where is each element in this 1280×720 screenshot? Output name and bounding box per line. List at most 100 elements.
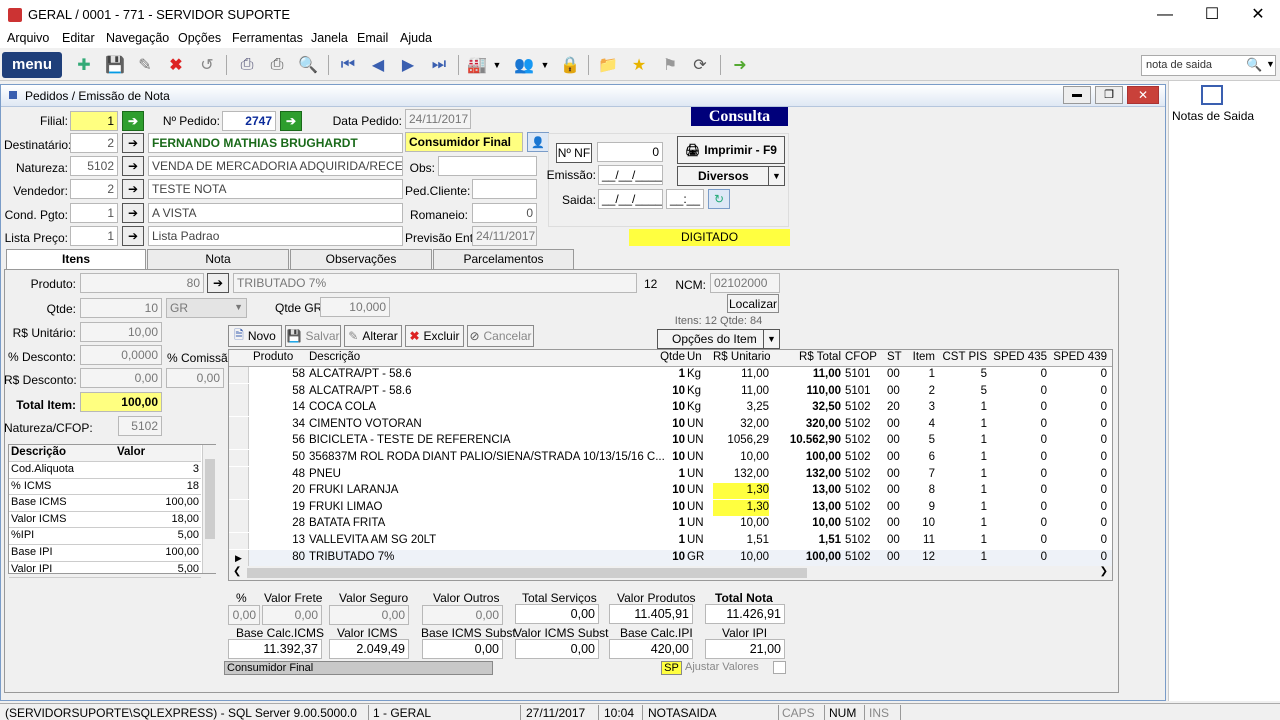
previous-record-icon[interactable]: ◀ <box>366 53 390 77</box>
refresh-date-icon[interactable]: ↻ <box>708 189 730 209</box>
produto-search-button[interactable]: ➔ <box>207 273 229 293</box>
saida-hora-field[interactable]: __:__ <box>666 189 704 209</box>
obs-field[interactable] <box>438 156 537 176</box>
table-row[interactable]: 48 PNEU 1 UN 132,00 132,00 5102 00 7 1 0 0 <box>229 466 1112 484</box>
menu-button[interactable]: menu <box>2 52 62 78</box>
row-indicator[interactable] <box>229 516 249 533</box>
menu-arquivo[interactable]: Arquivo <box>7 31 49 45</box>
table-row[interactable]: 50 356837M ROL RODA DIANT PALIO/SIENA/STR… <box>229 450 1112 467</box>
qtdegr-field[interactable]: 10,000 <box>320 297 390 317</box>
menu-navegacao[interactable]: Navegação <box>106 31 169 45</box>
star-icon[interactable]: ★ <box>627 53 651 77</box>
tax-row[interactable]: %IPI 5,00 <box>9 528 201 545</box>
imprimir-button[interactable]: 🖨 Imprimir - F9 <box>677 136 785 164</box>
destinatario-cod-field[interactable]: 2 <box>70 133 118 153</box>
child-close-icon[interactable]: ✕ <box>1127 86 1159 104</box>
nnf-field[interactable]: 0 <box>597 142 663 162</box>
grid-header-cell[interactable]: CST PIS <box>941 351 987 363</box>
row-indicator-icon[interactable]: ▶ <box>229 549 249 566</box>
salvar-button[interactable]: 💾 Salvar <box>285 325 341 347</box>
row-indicator[interactable] <box>229 533 249 549</box>
emissao-field[interactable]: __/__/____ <box>598 165 663 185</box>
menu-ferramentas[interactable]: Ferramentas <box>232 31 303 45</box>
comissao-field[interactable]: 0,00 <box>166 368 224 388</box>
grid-header-cell[interactable]: Descrição <box>309 351 629 363</box>
tax-row[interactable]: Valor IPI 5,00 <box>9 562 201 579</box>
alterar-button[interactable]: ✎ Alterar <box>344 325 402 347</box>
ajustar-checkbox[interactable] <box>773 661 786 674</box>
scroll-left-icon[interactable]: ❮ <box>233 566 241 577</box>
lock-icon[interactable]: 🔒 <box>558 53 582 77</box>
diversos-button[interactable]: Diversos ▼ <box>677 166 785 186</box>
grid-header-cell[interactable]: SPED 439 <box>1051 351 1107 363</box>
scroll-thumb[interactable] <box>205 459 215 539</box>
table-row[interactable]: 58 ALCATRA/PT - 58.6 1 Kg 11,00 11,00 5101 00 1 5… <box>229 367 1112 384</box>
table-row[interactable]: 20 FRUKI LARANJA 10 UN 1,30 13,00 5102 00 8 1 0 0 <box>229 483 1112 500</box>
row-indicator[interactable] <box>229 483 249 500</box>
scroll-right-icon[interactable]: ❯ <box>1100 566 1108 577</box>
pedido-field[interactable]: 2747 <box>222 111 276 131</box>
menu-ajuda[interactable]: Ajuda <box>400 31 432 45</box>
vendedor-cod-field[interactable]: 2 <box>70 179 118 199</box>
desconto-val-field[interactable]: 0,00 <box>80 368 162 388</box>
row-indicator[interactable] <box>229 383 249 400</box>
produto-cod-field[interactable]: 80 <box>80 273 204 293</box>
row-indicator[interactable] <box>229 400 249 417</box>
find-icon[interactable]: 🔍 <box>296 53 320 77</box>
save-icon[interactable]: 💾 <box>103 53 127 77</box>
print-icon[interactable]: ⎙ <box>265 53 289 77</box>
grid-header-cell[interactable]: R$ Unitario <box>713 351 771 363</box>
table-row[interactable]: ▶ 80 TRIBUTADO 7% 10 GR 10,00 100,00 5102 00 12 1 0… <box>229 549 1112 567</box>
pedido-go-button[interactable]: ➔ <box>280 111 302 131</box>
grid-header-cell[interactable]: Qtde <box>631 351 685 363</box>
romaneio-field[interactable]: 0 <box>472 203 537 223</box>
windows-icon[interactable] <box>1201 85 1223 105</box>
listapreco-search-button[interactable]: ➔ <box>122 226 144 246</box>
saida-data-field[interactable]: __/__/____ <box>598 189 663 209</box>
grid-header-cell[interactable]: Produto <box>253 351 305 363</box>
child-minimize-icon[interactable]: ▬ <box>1063 86 1091 104</box>
row-indicator[interactable] <box>229 499 249 516</box>
condpgto-cod-field[interactable]: 1 <box>70 203 118 223</box>
vendedor-search-button[interactable]: ➔ <box>122 179 144 199</box>
menu-email[interactable]: Email <box>357 31 388 45</box>
grid-header-cell[interactable]: Un <box>687 351 713 363</box>
tab-itens[interactable]: Itens <box>6 249 146 270</box>
cancelar-button[interactable]: ⊘ Cancelar <box>467 325 534 347</box>
first-record-icon[interactable]: ⏮ <box>336 53 360 77</box>
table-row[interactable]: 19 FRUKI LIMAO 10 UN 1,30 13,00 5102 00 9 1 0 0 <box>229 499 1112 517</box>
condpgto-search-button[interactable]: ➔ <box>122 203 144 223</box>
tab-observacoes[interactable]: Observações <box>290 249 432 269</box>
close-icon[interactable]: ✕ <box>1243 4 1273 26</box>
pct-field[interactable]: 0,00 <box>228 605 260 625</box>
next-record-icon[interactable]: ▶ <box>396 53 420 77</box>
row-indicator[interactable] <box>229 433 249 450</box>
row-indicator[interactable] <box>229 450 249 466</box>
exit-icon[interactable]: ➜ <box>728 53 752 77</box>
ncm-field[interactable]: 02102000 <box>710 273 780 293</box>
minimize-icon[interactable]: — <box>1150 4 1180 26</box>
tax-row[interactable]: Valor ICMS 18,00 <box>9 512 201 529</box>
unitario-field[interactable]: 10,00 <box>80 322 162 342</box>
table-row[interactable]: 56 BICICLETA - TESTE DE REFERENCIA 10 UN 105… <box>229 433 1112 450</box>
table-row[interactable]: 13 VALLEVITA AM SG 20LT 1 UN 1,51 1,51 5102 00 1… <box>229 533 1112 550</box>
filial-go-button[interactable]: ➔ <box>122 111 144 131</box>
new-doc-icon[interactable]: ✚ <box>72 53 96 77</box>
factory-icon[interactable]: 🏭 <box>465 53 489 77</box>
undo-icon[interactable]: ↺ <box>195 53 219 77</box>
grid-header-cell[interactable]: R$ Total <box>771 351 841 363</box>
menu-opcoes[interactable]: Opções <box>178 31 221 45</box>
grid-header-cell[interactable]: SPED 435 <box>991 351 1047 363</box>
table-row[interactable]: 58 ALCATRA/PT - 58.6 10 Kg 11,00 110,00 5101 00… <box>229 383 1112 401</box>
refresh-icon[interactable]: ⟳ <box>688 53 712 77</box>
maximize-icon[interactable]: ☐ <box>1197 4 1227 26</box>
person-card-icon[interactable]: 👤 <box>527 132 549 152</box>
table-row[interactable]: 14 COCA COLA 10 Kg 3,25 32,50 5102 20 3 1 0 0 <box>229 400 1112 417</box>
menu-editar[interactable]: Editar <box>62 31 95 45</box>
tax-row[interactable]: % ICMS 18 <box>9 479 201 496</box>
seguro-field[interactable]: 0,00 <box>329 605 409 625</box>
child-restore-icon[interactable]: ❐ <box>1095 86 1123 104</box>
grid-hscrollbar[interactable]: ❮ ❯ <box>229 566 1112 580</box>
menu-janela[interactable]: Janela <box>311 31 348 45</box>
tab-parcelamentos[interactable]: Parcelamentos <box>433 249 574 269</box>
